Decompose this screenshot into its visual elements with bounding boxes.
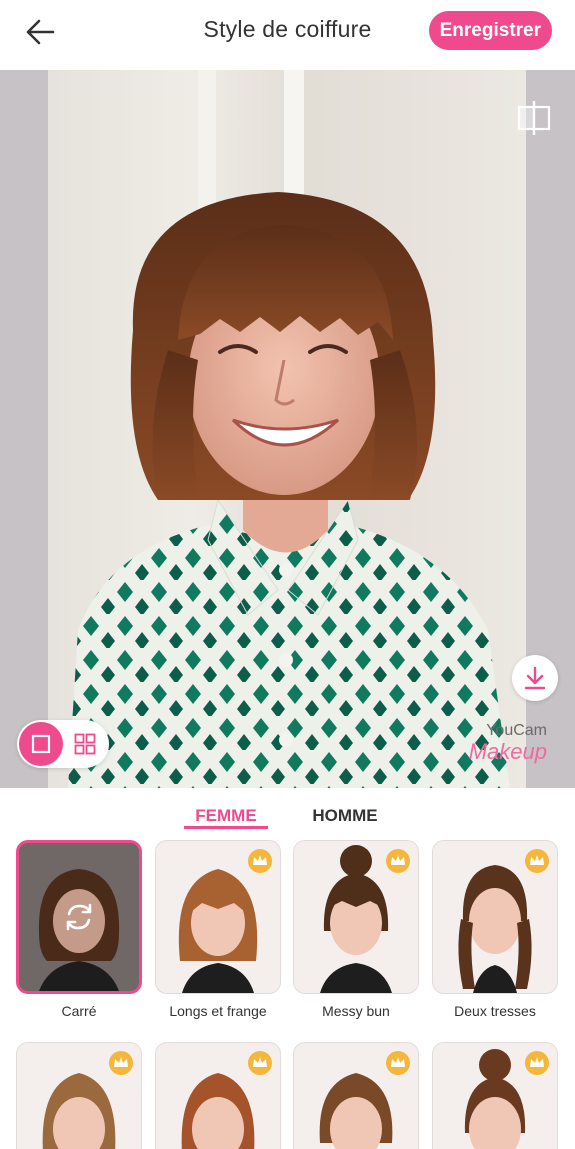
crown-icon bbox=[114, 1057, 128, 1067]
premium-crown-badge bbox=[386, 849, 410, 873]
gender-tabs: FEMME HOMME bbox=[0, 788, 575, 838]
style-card-7[interactable] bbox=[293, 1042, 419, 1149]
photo-preview-area: YouCam Makeup bbox=[0, 70, 575, 788]
download-button[interactable] bbox=[512, 655, 558, 701]
premium-crown-badge bbox=[525, 849, 549, 873]
crown-icon bbox=[530, 855, 544, 865]
style-thumbnail bbox=[432, 1042, 558, 1149]
crown-icon bbox=[253, 1057, 267, 1067]
style-thumbnail bbox=[16, 1042, 142, 1149]
watermark-line2: Makeup bbox=[468, 739, 547, 764]
save-button[interactable]: Enregistrer bbox=[428, 11, 552, 50]
grid-view-button[interactable] bbox=[63, 722, 107, 766]
style-label: Longs et frange bbox=[169, 1003, 267, 1019]
style-card-carre[interactable]: Carré bbox=[16, 840, 142, 1019]
style-card-longs-et-frange[interactable]: Longs et frange bbox=[155, 840, 281, 1019]
style-label: Deux tresses bbox=[454, 1003, 536, 1019]
crown-icon bbox=[530, 1057, 544, 1067]
style-card-6[interactable] bbox=[155, 1042, 281, 1149]
style-card-messy-bun[interactable]: Messy bun bbox=[293, 840, 419, 1019]
style-card-deux-tresses[interactable]: Deux tresses bbox=[432, 840, 558, 1019]
premium-crown-badge bbox=[109, 1051, 133, 1075]
tab-femme[interactable]: FEMME bbox=[184, 806, 268, 826]
square-icon bbox=[31, 734, 51, 754]
tab-homme[interactable]: HOMME bbox=[306, 806, 384, 826]
style-thumbnail bbox=[293, 1042, 419, 1149]
premium-crown-badge bbox=[525, 1051, 549, 1075]
style-thumbnail bbox=[293, 840, 419, 994]
style-thumbnail bbox=[432, 840, 558, 994]
style-label: Messy bun bbox=[322, 1003, 390, 1019]
compare-split-icon bbox=[517, 101, 551, 135]
watermark-line1: YouCam bbox=[486, 722, 547, 739]
compare-button[interactable] bbox=[515, 98, 553, 138]
style-card-5[interactable] bbox=[16, 1042, 142, 1149]
style-thumbnail bbox=[155, 840, 281, 994]
style-thumbnail bbox=[16, 840, 142, 994]
single-view-button[interactable] bbox=[19, 722, 63, 766]
app-header: Style de coiffure Enregistrer bbox=[0, 0, 575, 70]
crown-icon bbox=[391, 855, 405, 865]
style-card-8[interactable] bbox=[432, 1042, 558, 1149]
crown-icon bbox=[253, 855, 267, 865]
youcam-watermark: YouCam Makeup bbox=[451, 722, 547, 764]
portrait-photo bbox=[48, 70, 526, 788]
portrait-illustration bbox=[68, 70, 510, 788]
active-tab-indicator bbox=[184, 826, 268, 829]
view-mode-toggle bbox=[17, 720, 109, 768]
download-icon bbox=[524, 666, 546, 690]
premium-crown-badge bbox=[248, 1051, 272, 1075]
premium-crown-badge bbox=[386, 1051, 410, 1075]
style-label: Carré bbox=[61, 1003, 97, 1019]
crown-icon bbox=[391, 1057, 405, 1067]
premium-crown-badge bbox=[248, 849, 272, 873]
grid-icon bbox=[74, 733, 96, 755]
style-thumbnail bbox=[155, 1042, 281, 1149]
refresh-icon[interactable] bbox=[62, 900, 96, 934]
